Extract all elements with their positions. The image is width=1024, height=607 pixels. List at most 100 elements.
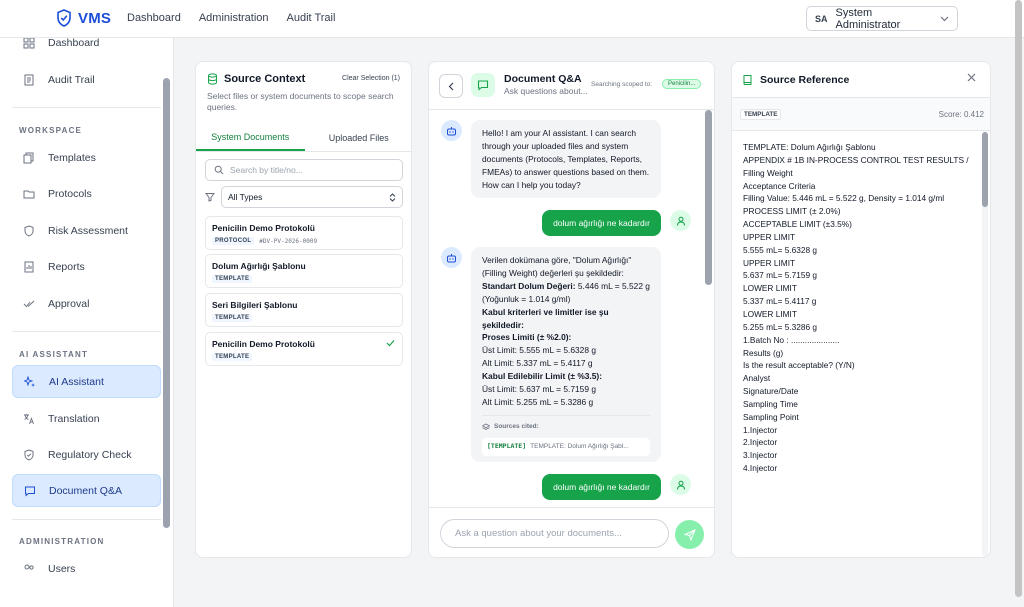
chevron-down-icon — [940, 16, 949, 22]
search-icon — [214, 165, 224, 175]
chat-icon — [471, 73, 495, 97]
source-context-description: Select files or system documents to scop… — [207, 91, 394, 112]
document-name: Seri Bilgileri Şablonu — [212, 300, 298, 310]
sidebar-item-users[interactable]: Users — [12, 552, 161, 585]
window-scrollbar[interactable] — [1015, 0, 1022, 597]
shield-icon — [22, 224, 36, 238]
document-item-selected[interactable]: Penicilin Demo Protokolü TEMPLATE — [205, 332, 403, 366]
reference-scrollbar[interactable] — [982, 132, 988, 207]
user-name: System Administrator — [835, 6, 901, 31]
reference-line: Acceptance Criteria — [743, 180, 816, 191]
document-search-input[interactable]: Search by title/no... — [205, 159, 403, 181]
source-reference-header: Source Reference — [732, 62, 990, 98]
sidebar-item-protocols[interactable]: Protocols — [12, 177, 161, 210]
sidebar-section-ai: AI ASSISTANT — [19, 350, 89, 359]
chat-header: Document Q&A Ask questions about... Sear… — [429, 62, 714, 110]
type-filter-value: All Types — [228, 192, 263, 202]
reference-line: PROCESS LIMIT (± 2.0%) — [743, 206, 841, 217]
user-avatar — [670, 474, 691, 495]
sidebar-divider — [12, 331, 161, 332]
answer-process-upper: Üst Limit: 5.555 mL = 5.6328 g — [482, 345, 596, 356]
source-context-title: Source Context — [224, 73, 306, 85]
source-reference-content: TEMPLATE: Dolum Ağırlığı Şablonu APPENDIX… — [743, 141, 978, 475]
app-logo[interactable]: VMS — [56, 9, 111, 27]
sidebar-item-label: Approval — [48, 297, 90, 310]
sidebar-item-approval[interactable]: Approval — [12, 287, 161, 320]
nav-administration[interactable]: Administration — [199, 12, 269, 24]
document-item[interactable]: Seri Bilgileri Şablonu TEMPLATE — [205, 293, 403, 327]
sidebar-item-regulatory-check[interactable]: Regulatory Check — [12, 438, 161, 471]
user-menu-button[interactable]: SA System Administrator — [806, 6, 958, 31]
question-input[interactable]: Ask a question about your documents... — [440, 519, 669, 548]
sidebar-item-audit-trail[interactable]: Audit Trail — [12, 63, 161, 96]
reference-line: Sampling Time — [743, 398, 798, 409]
sidebar-scrollbar[interactable] — [163, 78, 170, 528]
answer-accept-upper: Üst Limit: 5.637 mL = 5.7159 g — [482, 384, 596, 395]
search-placeholder: Search by title/no... — [230, 165, 303, 175]
tab-uploaded-files[interactable]: Uploaded Files — [305, 124, 412, 151]
layers-icon — [482, 423, 490, 431]
answer-process-lower: Alt Limit: 5.337 mL = 5.4117 g — [482, 358, 593, 369]
document-qa-panel: Document Q&A Ask questions about... Sear… — [428, 61, 715, 558]
reference-line: 1.Batch No : ..................... — [743, 334, 840, 345]
scope-badge: Penicilin... — [662, 79, 702, 89]
document-name: Penicilin Demo Protokolü — [212, 339, 315, 349]
chat-subtitle: Ask questions about... — [504, 86, 588, 96]
document-type-tag: TEMPLATE — [212, 314, 253, 322]
sidebar-item-translation[interactable]: Translation — [12, 402, 161, 435]
user-message: dolum ağırlığı ne kadardır — [542, 474, 661, 500]
clear-selection-button[interactable]: Clear Selection (1) — [342, 75, 400, 82]
sidebar-item-dashboard[interactable]: Dashboard — [12, 38, 161, 59]
template-icon — [22, 151, 36, 165]
back-button[interactable] — [439, 74, 463, 98]
top-bar: VMS Dashboard Administration Audit Trail… — [0, 0, 1024, 38]
sidebar-item-label: AI Assistant — [49, 375, 104, 388]
sidebar-item-label: Translation — [48, 412, 100, 425]
scope-label: Searching scoped to: — [591, 81, 653, 88]
sidebar-item-label: Templates — [48, 151, 96, 164]
nav-audit-trail[interactable]: Audit Trail — [287, 12, 336, 24]
nav-dashboard[interactable]: Dashboard — [127, 12, 181, 24]
reference-line: APPENDIX # 1B IN-PROCESS CONTROL TEST RE… — [743, 154, 969, 165]
answer-accept-label: Kabul Edilebilir Limit (± %3.5): — [482, 371, 602, 382]
tab-system-documents[interactable]: System Documents — [196, 124, 305, 151]
sidebar-item-label: Protocols — [48, 187, 92, 200]
sidebar-item-risk-assessment[interactable]: Risk Assessment — [12, 214, 161, 247]
reference-line: ACCEPTABLE LIMIT (±3.5%) — [743, 219, 852, 230]
sidebar-divider — [12, 519, 161, 520]
sources-cited: Sources cited: [TEMPLATE] TEMPLATE: Dolum… — [482, 414, 650, 456]
reference-line: Analyst — [743, 373, 771, 384]
sidebar-section-workspace: WORKSPACE — [19, 126, 83, 135]
grid-icon — [22, 38, 36, 50]
chat-scrollbar[interactable] — [705, 110, 712, 285]
document-name: Dolum Ağırlığı Şablonu — [212, 261, 306, 271]
type-filter-row: All Types — [205, 186, 403, 208]
document-code: #DV-PV-2026-0009 — [259, 237, 318, 245]
main-nav: Dashboard Administration Audit Trail — [127, 12, 335, 24]
type-filter-select[interactable]: All Types — [221, 186, 403, 208]
sidebar: Dashboard Audit Trail WORKSPACE Template… — [0, 38, 174, 607]
assistant-answer: Verilen dokümana göre, "Dolum Ağırlığı" … — [471, 247, 661, 462]
sidebar-item-label: Document Q&A — [49, 484, 122, 497]
sidebar-item-label: Regulatory Check — [48, 448, 132, 461]
document-type-tag: TEMPLATE — [212, 275, 253, 283]
sidebar-item-templates[interactable]: Templates — [12, 141, 161, 174]
sidebar-item-reports[interactable]: Reports — [12, 250, 161, 283]
check-icon — [386, 339, 395, 347]
reference-line: 4.Injector — [743, 463, 778, 474]
send-button[interactable] — [675, 520, 704, 549]
folder-icon — [22, 187, 36, 201]
sidebar-item-label: Reports — [48, 260, 85, 273]
document-item[interactable]: Penicilin Demo Protokolü PROTOCOL #DV-PV… — [205, 216, 403, 250]
cited-source-link[interactable]: [TEMPLATE] TEMPLATE: Dolum Ağırlığı Şabl.… — [482, 437, 650, 456]
chat-title: Document Q&A — [504, 73, 582, 85]
document-item[interactable]: Dolum Ağırlığı Şablonu TEMPLATE — [205, 254, 403, 288]
source-reference-meta: TEMPLATE Score: 0.412 — [732, 98, 990, 131]
sidebar-item-ai-assistant[interactable]: AI Assistant — [12, 365, 161, 398]
list-icon — [22, 73, 36, 87]
chevron-updown-icon — [389, 192, 396, 202]
close-icon[interactable] — [967, 73, 976, 82]
document-type-tag: TEMPLATE — [212, 353, 253, 361]
check-double-icon — [22, 297, 36, 311]
sidebar-item-document-qa[interactable]: Document Q&A — [12, 474, 161, 507]
